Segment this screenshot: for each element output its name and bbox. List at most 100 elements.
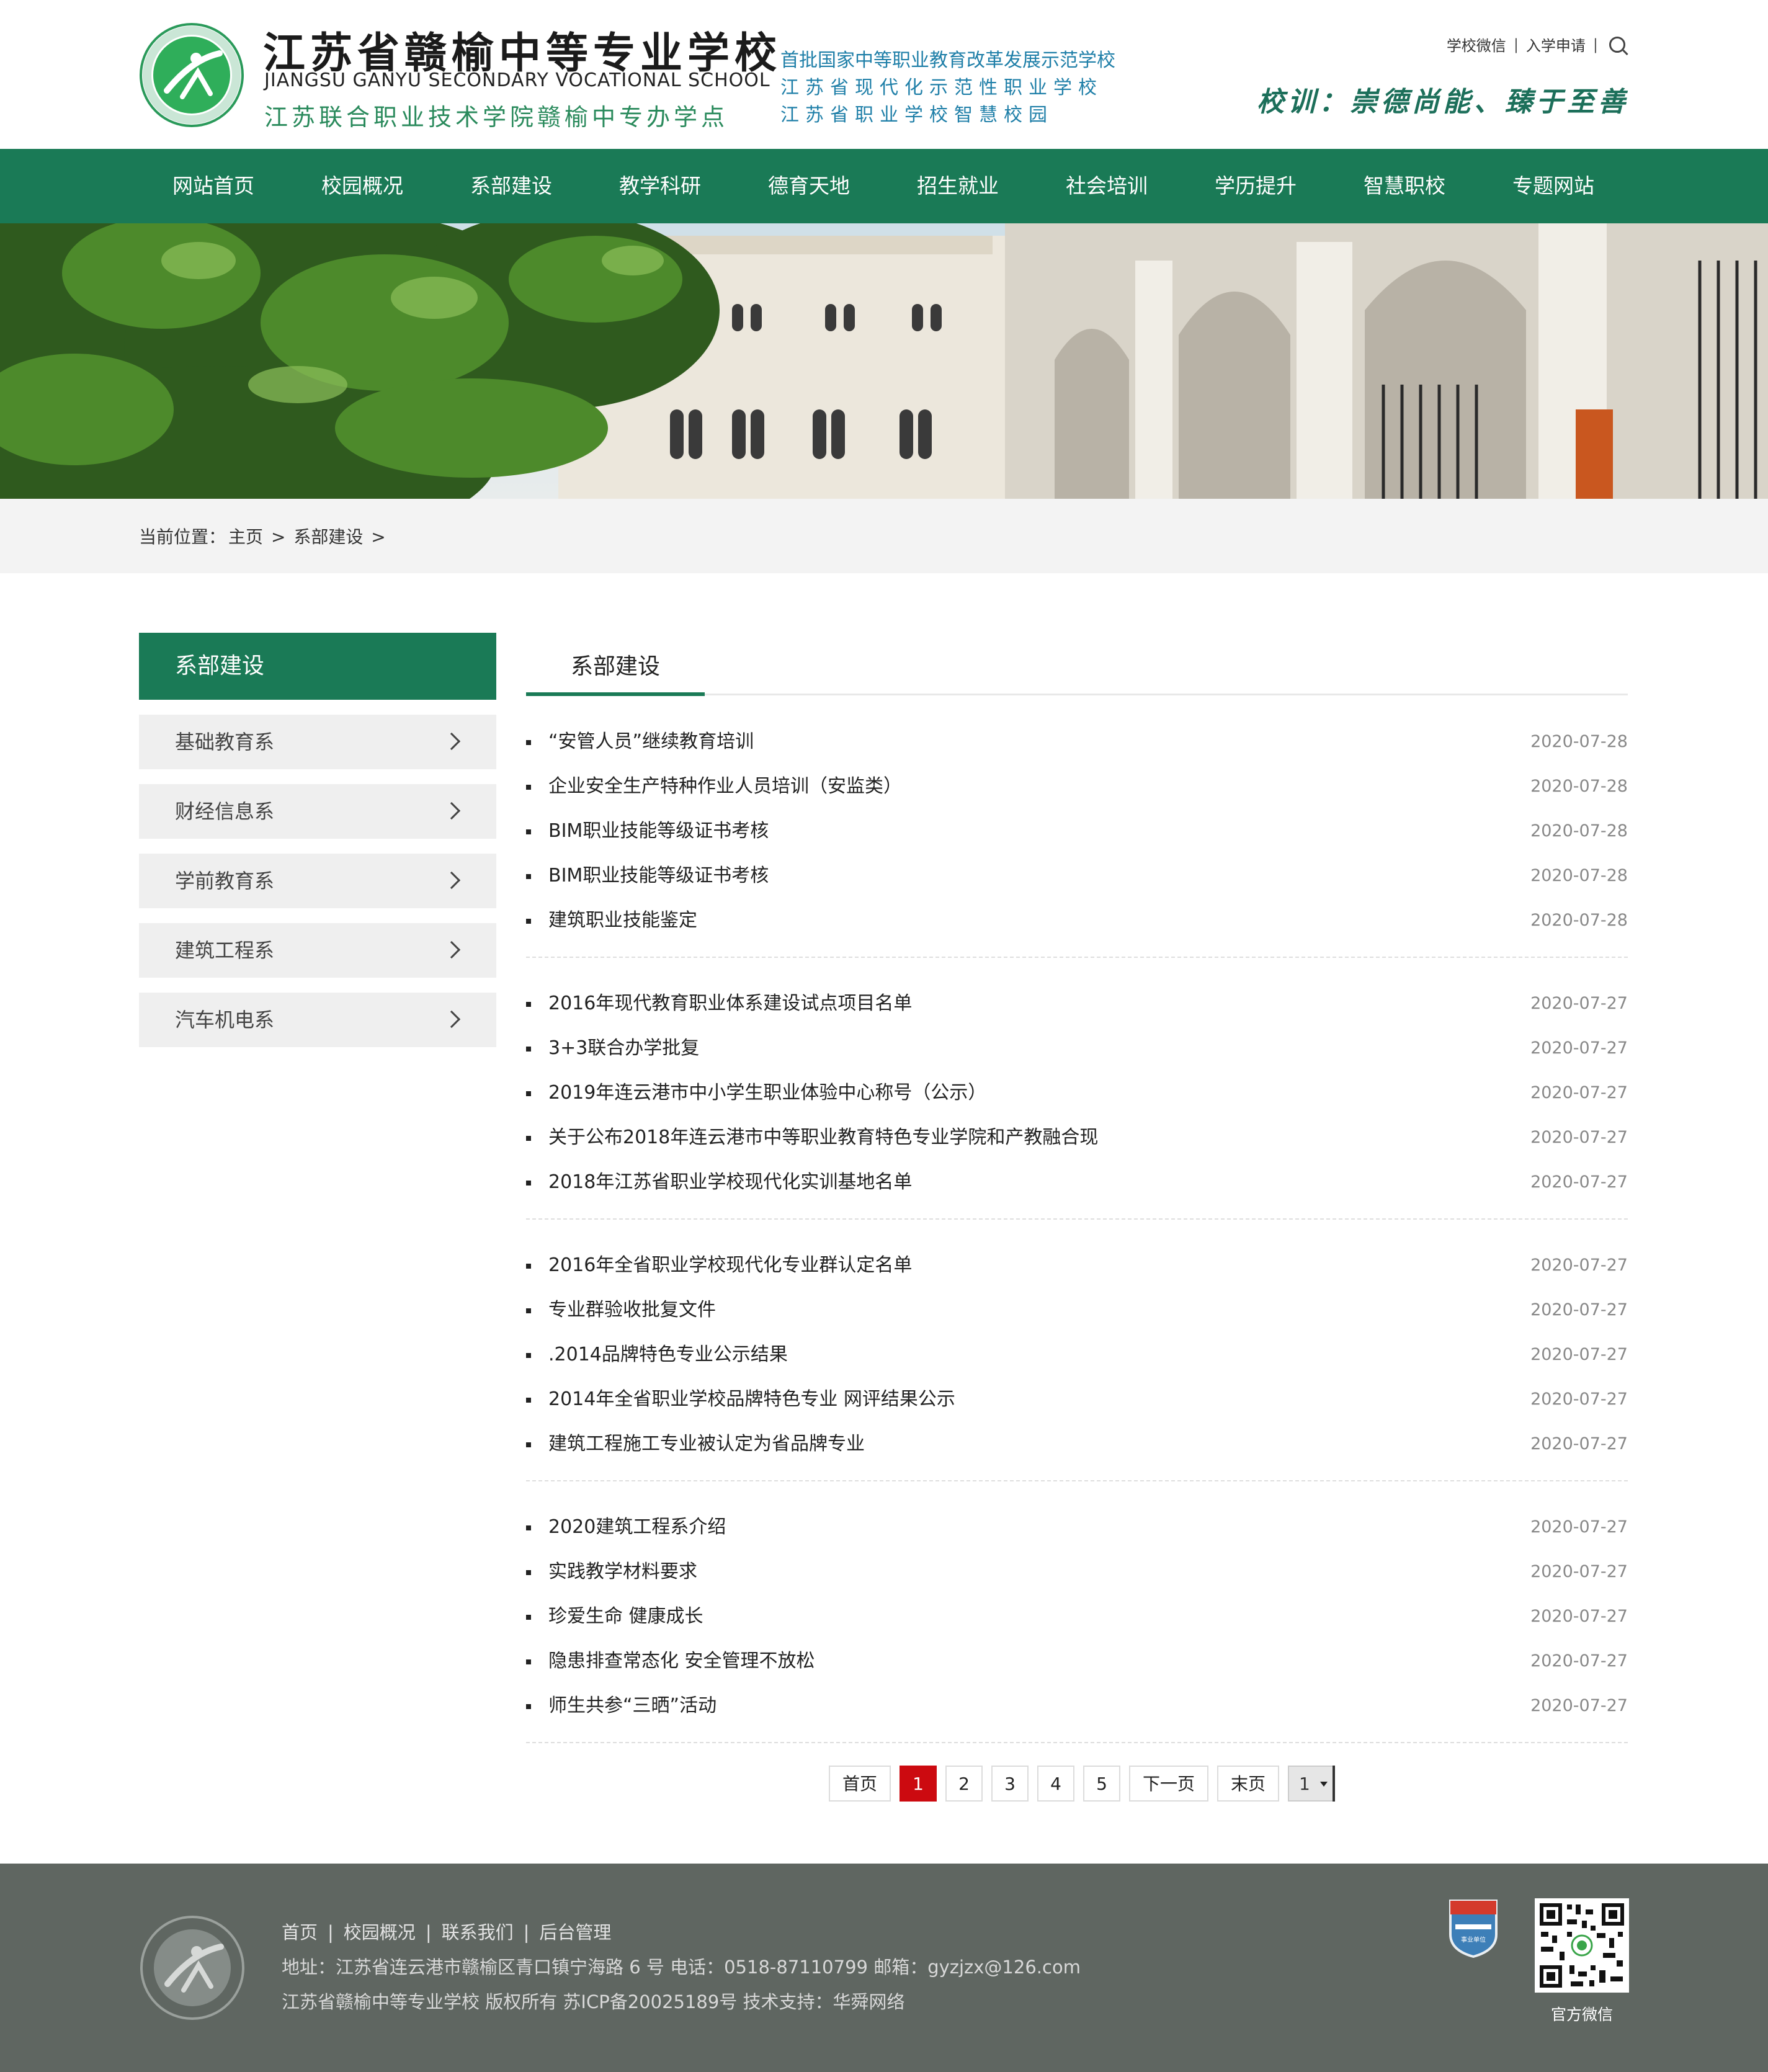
pager-page-button[interactable]: 2 bbox=[945, 1766, 983, 1802]
campus-building-illustration bbox=[0, 223, 1768, 499]
public-institution-badge-icon[interactable]: 事业单位 bbox=[1447, 1896, 1500, 1958]
footer-link-home[interactable]: 首页 bbox=[282, 1922, 318, 1943]
breadcrumb-current-link[interactable]: 系部建设 bbox=[293, 527, 363, 547]
news-date: 2020-07-27 bbox=[1530, 1256, 1628, 1275]
news-item[interactable]: 建筑职业技能鉴定 2020-07-28 bbox=[526, 898, 1628, 943]
bullet-icon bbox=[526, 785, 531, 790]
news-item[interactable]: BIM职业技能等级证书考核 2020-07-28 bbox=[526, 854, 1628, 898]
nav-item-teaching[interactable]: 教学科研 bbox=[586, 149, 734, 223]
school-wechat-link[interactable]: 学校微信 bbox=[1447, 33, 1506, 55]
nav-item-smart[interactable]: 智慧职校 bbox=[1330, 149, 1479, 223]
main-nav: 网站首页 校园概况 系部建设 教学科研 德育天地 招生就业 社会培训 学历提升 … bbox=[0, 149, 1768, 223]
school-emblem-icon[interactable] bbox=[139, 22, 244, 128]
news-title-link[interactable]: 实践教学材料要求 bbox=[548, 1550, 697, 1594]
sidebar-item-finance-it[interactable]: 财经信息系 bbox=[139, 784, 496, 839]
news-title-link[interactable]: 2016年全省职业学校现代化专业群认定名单 bbox=[548, 1243, 912, 1288]
content-tab-title: 系部建设 bbox=[526, 649, 705, 696]
news-item[interactable]: 2018年江苏省职业学校现代化实训基地名单 2020-07-27 bbox=[526, 1160, 1628, 1205]
news-title-link[interactable]: 隐患排查常态化 安全管理不放松 bbox=[548, 1639, 815, 1684]
pager-page-button[interactable]: 1 bbox=[900, 1766, 937, 1802]
news-item[interactable]: 2016年现代教育职业体系建设试点项目名单 2020-07-27 bbox=[526, 981, 1628, 1026]
news-title-link[interactable]: 珍爱生命 健康成长 bbox=[548, 1594, 703, 1639]
sidebar-item-basic-education[interactable]: 基础教育系 bbox=[139, 715, 496, 769]
sidebar-item-preschool[interactable]: 学前教育系 bbox=[139, 854, 496, 908]
pager-page-button[interactable]: 4 bbox=[1037, 1766, 1074, 1802]
bullet-icon bbox=[526, 1308, 531, 1313]
pager-next-button[interactable]: 下一页 bbox=[1129, 1766, 1208, 1802]
news-title-link[interactable]: 2020建筑工程系介绍 bbox=[548, 1505, 726, 1550]
news-item[interactable]: 珍爱生命 健康成长 2020-07-27 bbox=[526, 1594, 1628, 1639]
footer-links: 首页 | 校园概况 | 联系我们 | 后台管理 bbox=[282, 1918, 611, 1944]
nav-item-topics[interactable]: 专题网站 bbox=[1479, 149, 1628, 223]
breadcrumb-separator: > bbox=[270, 527, 286, 547]
news-item[interactable]: 3+3联合办学批复 2020-07-27 bbox=[526, 1026, 1628, 1071]
pager-first-button[interactable]: 首页 bbox=[829, 1766, 891, 1802]
sidebar-item-label: 建筑工程系 bbox=[175, 939, 275, 962]
sidebar-item-label: 学前教育系 bbox=[175, 869, 275, 893]
news-title-link[interactable]: 建筑工程施工专业被认定为省品牌专业 bbox=[548, 1422, 865, 1467]
news-date: 2020-07-27 bbox=[1530, 1083, 1628, 1102]
news-item[interactable]: 2020建筑工程系介绍 2020-07-27 bbox=[526, 1505, 1628, 1550]
pager-page-button[interactable]: 3 bbox=[991, 1766, 1029, 1802]
news-date: 2020-07-27 bbox=[1530, 994, 1628, 1013]
footer-link-admin[interactable]: 后台管理 bbox=[539, 1922, 611, 1943]
news-item[interactable]: 专业群验收批复文件 2020-07-27 bbox=[526, 1288, 1628, 1333]
admission-link[interactable]: 入学申请 bbox=[1526, 33, 1586, 55]
sidebar-item-construction[interactable]: 建筑工程系 bbox=[139, 923, 496, 978]
pager-page-button[interactable]: 5 bbox=[1083, 1766, 1120, 1802]
news-item[interactable]: 关于公布2018年连云港市中等职业教育特色专业学院和产教融合现 2020-07-2… bbox=[526, 1115, 1628, 1160]
news-title-link[interactable]: .2014品牌特色专业公示结果 bbox=[548, 1333, 788, 1377]
news-title-link[interactable]: 2019年连云港市中小学生职业体验中心称号（公示） bbox=[548, 1071, 986, 1115]
bullet-icon bbox=[526, 1704, 531, 1709]
campus-banner-image bbox=[0, 223, 1768, 499]
footer-address: 地址：江苏省连云港市赣榆区青口镇宁海路 6 号 电话：0518-87110799… bbox=[282, 1957, 1081, 1978]
news-title-link[interactable]: 专业群验收批复文件 bbox=[548, 1288, 716, 1333]
news-item[interactable]: 2014年全省职业学校品牌特色专业 网评结果公示 2020-07-27 bbox=[526, 1377, 1628, 1422]
news-title-link[interactable]: 2014年全省职业学校品牌特色专业 网评结果公示 bbox=[548, 1377, 955, 1422]
search-icon[interactable] bbox=[1609, 36, 1625, 53]
news-item[interactable]: 隐患排查常态化 安全管理不放松 2020-07-27 bbox=[526, 1639, 1628, 1684]
news-item[interactable]: 建筑工程施工专业被认定为省品牌专业 2020-07-27 bbox=[526, 1422, 1628, 1467]
nav-item-training[interactable]: 社会培训 bbox=[1032, 149, 1181, 223]
nav-item-home[interactable]: 网站首页 bbox=[139, 149, 288, 223]
separator: | bbox=[328, 1922, 334, 1943]
news-title-link[interactable]: 2016年现代教育职业体系建设试点项目名单 bbox=[548, 981, 912, 1026]
chevron-right-icon bbox=[442, 871, 461, 890]
badge-text: 事业单位 bbox=[1461, 1936, 1486, 1944]
news-group-divider bbox=[526, 1480, 1628, 1481]
bullet-icon bbox=[526, 1525, 531, 1530]
news-title-link[interactable]: “安管人员”继续教育培训 bbox=[548, 720, 754, 764]
news-title-link[interactable]: 师生共参“三晒”活动 bbox=[548, 1684, 717, 1728]
news-item[interactable]: 师生共参“三晒”活动 2020-07-27 bbox=[526, 1684, 1628, 1728]
news-date: 2020-07-27 bbox=[1530, 1038, 1628, 1058]
news-item[interactable]: BIM职业技能等级证书考核 2020-07-28 bbox=[526, 809, 1628, 854]
nav-item-departments[interactable]: 系部建设 bbox=[437, 149, 586, 223]
news-title-link[interactable]: 建筑职业技能鉴定 bbox=[548, 898, 697, 943]
nav-item-campus[interactable]: 校园概况 bbox=[288, 149, 437, 223]
pager-last-button[interactable]: 末页 bbox=[1217, 1766, 1279, 1802]
site-header: 江苏省赣榆中等专业学校 JIANGSU GANYU SECONDARY VOCA… bbox=[0, 0, 1768, 149]
breadcrumb-home-link[interactable]: 主页 bbox=[228, 527, 263, 547]
sidebar-item-automotive[interactable]: 汽车机电系 bbox=[139, 993, 496, 1047]
nav-item-admission[interactable]: 招生就业 bbox=[883, 149, 1032, 223]
news-title-link[interactable]: 3+3联合办学批复 bbox=[548, 1026, 699, 1071]
news-title-link[interactable]: 关于公布2018年连云港市中等职业教育特色专业学院和产教融合现 bbox=[548, 1115, 1098, 1160]
news-item[interactable]: 企业安全生产特种作业人员培训（安监类） 2020-07-28 bbox=[526, 764, 1628, 809]
nav-item-degree[interactable]: 学历提升 bbox=[1181, 149, 1330, 223]
news-item[interactable]: 2016年全省职业学校现代化专业群认定名单 2020-07-27 bbox=[526, 1243, 1628, 1288]
slogan-line: 首批国家中等职业教育改革发展示范学校 bbox=[780, 50, 1115, 71]
news-item[interactable]: “安管人员”继续教育培训 2020-07-28 bbox=[526, 720, 1628, 764]
nav-item-moral[interactable]: 德育天地 bbox=[734, 149, 883, 223]
news-title-link[interactable]: BIM职业技能等级证书考核 bbox=[548, 809, 769, 854]
news-title-link[interactable]: BIM职业技能等级证书考核 bbox=[548, 854, 769, 898]
news-title-link[interactable]: 2018年江苏省职业学校现代化实训基地名单 bbox=[548, 1160, 912, 1205]
news-item[interactable]: 2019年连云港市中小学生职业体验中心称号（公示） 2020-07-27 bbox=[526, 1071, 1628, 1115]
school-motto: 校训：崇德尚能、臻于至善 bbox=[1257, 86, 1629, 118]
bullet-icon bbox=[526, 1264, 531, 1269]
news-item[interactable]: .2014品牌特色专业公示结果 2020-07-27 bbox=[526, 1333, 1628, 1377]
news-title-link[interactable]: 企业安全生产特种作业人员培训（安监类） bbox=[548, 764, 902, 809]
footer-link-contact[interactable]: 联系我们 bbox=[442, 1922, 514, 1943]
news-item[interactable]: 实践教学材料要求 2020-07-27 bbox=[526, 1550, 1628, 1594]
pager-page-select[interactable]: 1 bbox=[1288, 1766, 1335, 1802]
footer-link-campus[interactable]: 校园概况 bbox=[344, 1922, 416, 1943]
